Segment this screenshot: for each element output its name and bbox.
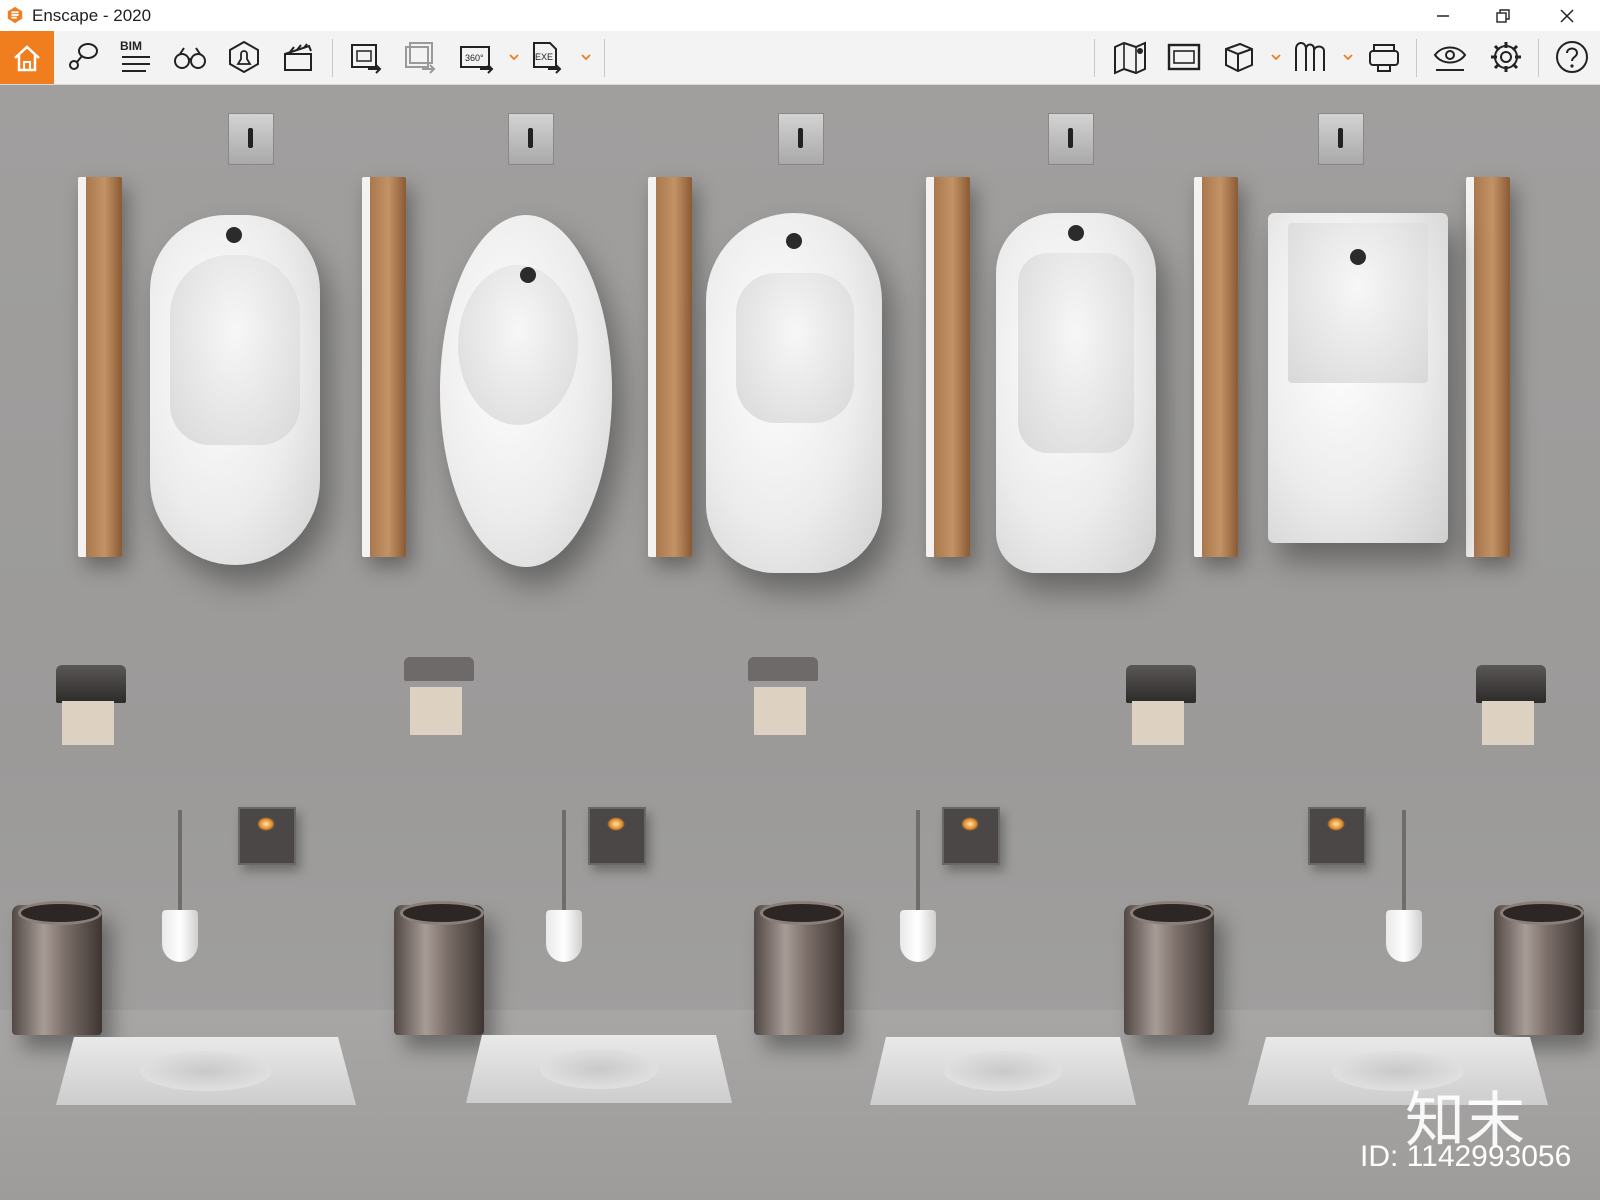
views-button[interactable] (60, 35, 104, 79)
cube-icon (1225, 42, 1253, 73)
chevron-down-icon[interactable] (508, 51, 520, 63)
screen-icon (1167, 43, 1201, 71)
binoculars-button[interactable] (168, 35, 212, 79)
chevron-down-icon[interactable] (1342, 51, 1354, 63)
privacy-panel (1194, 177, 1238, 557)
trash-bin (754, 901, 844, 1035)
panorama-360-icon: 360° (460, 46, 494, 74)
close-icon (1560, 8, 1574, 23)
bell-icon (229, 40, 259, 74)
privacy-panel (926, 177, 970, 557)
squat-toilet (870, 1037, 1136, 1105)
minimize-icon (1437, 14, 1449, 17)
restore-button[interactable] (1480, 0, 1526, 31)
batch-render-button[interactable] (398, 35, 442, 79)
screenshot-button[interactable] (344, 35, 388, 79)
toolbar: BIM 360° EXE (0, 31, 1600, 108)
map-pin-icon (69, 43, 98, 70)
toolbar-divider (1416, 39, 1417, 77)
vr-headset-icon (1369, 44, 1399, 72)
sun-button[interactable] (222, 35, 266, 79)
chevron-down-icon[interactable] (580, 51, 592, 63)
watermark-id: ID: 1142993056 (1360, 1140, 1572, 1173)
minimize-button[interactable] (1420, 0, 1466, 31)
toilet-paper-holder (1126, 665, 1196, 745)
render-viewport[interactable] (0, 85, 1600, 1200)
home-icon (14, 44, 40, 71)
svg-text:EXE: EXE (535, 52, 553, 62)
title-bar: Enscape - 2020 (0, 0, 1600, 32)
help-button[interactable] (1550, 35, 1594, 79)
material-button[interactable] (1288, 35, 1332, 79)
toilet-paper-holder (1476, 665, 1546, 745)
toolbar-divider (1538, 39, 1539, 77)
privacy-panel (648, 177, 692, 557)
bim-label: BIM (120, 39, 142, 53)
close-button[interactable] (1544, 0, 1590, 31)
vr-button[interactable] (1362, 35, 1406, 79)
squat-toilet (466, 1035, 732, 1103)
gear-icon (1491, 42, 1521, 72)
render-export-icon (351, 44, 382, 74)
exe-export-button[interactable]: EXE (524, 35, 568, 79)
exe-export-icon: EXE (533, 42, 562, 74)
squat-toilet (56, 1037, 356, 1105)
wall-switch (1308, 807, 1366, 865)
clapperboard-icon (284, 43, 312, 71)
trash-bin (12, 901, 102, 1035)
restore-icon (1496, 8, 1510, 23)
privacy-panel (1466, 177, 1510, 557)
wall-switch (942, 807, 1000, 865)
flush-sensor (228, 113, 274, 165)
home-button[interactable] (0, 31, 54, 84)
urinal (440, 215, 612, 567)
help-icon (1556, 41, 1588, 73)
enscape-logo-icon (7, 6, 23, 24)
eye-settings-icon (1433, 46, 1467, 71)
chevron-down-icon[interactable] (1270, 51, 1282, 63)
flush-sensor (1318, 113, 1364, 165)
toilet-brush (1386, 810, 1422, 962)
library-icon (1295, 42, 1325, 71)
wall-switch (588, 807, 646, 865)
wall-switch (238, 807, 296, 865)
map-icon (1114, 41, 1146, 75)
urinal (996, 213, 1156, 573)
toilet-paper-holder (404, 657, 474, 735)
privacy-panel (78, 177, 122, 557)
trash-bin (1124, 901, 1214, 1035)
visual-settings-button[interactable] (1428, 35, 1472, 79)
video-button[interactable] (276, 35, 320, 79)
binoculars-icon (174, 47, 206, 69)
flush-sensor (778, 113, 824, 165)
toilet-brush (162, 810, 198, 962)
batch-render-icon (405, 42, 436, 74)
privacy-panel (362, 177, 406, 557)
urinal (150, 215, 320, 565)
panorama-button[interactable]: 360° (454, 35, 498, 79)
toilet-paper-holder (56, 665, 126, 745)
svg-text:360°: 360° (465, 53, 484, 63)
toilet-brush (546, 810, 582, 962)
trash-bin (394, 901, 484, 1035)
settings-button[interactable] (1484, 35, 1528, 79)
screen-button[interactable] (1162, 35, 1206, 79)
toolbar-divider (604, 39, 605, 77)
toilet-brush (900, 810, 936, 962)
flush-sensor (508, 113, 554, 165)
map-button[interactable] (1108, 35, 1152, 79)
urinal (706, 213, 882, 573)
trash-bin (1494, 901, 1584, 1035)
toolbar-divider (332, 39, 333, 77)
flush-sensor (1048, 113, 1094, 165)
toilet-paper-holder (748, 657, 818, 735)
window-title: Enscape - 2020 (32, 6, 152, 25)
toolbar-divider (1094, 39, 1095, 77)
asset-library-button[interactable] (1216, 35, 1260, 79)
urinal (1268, 213, 1448, 543)
